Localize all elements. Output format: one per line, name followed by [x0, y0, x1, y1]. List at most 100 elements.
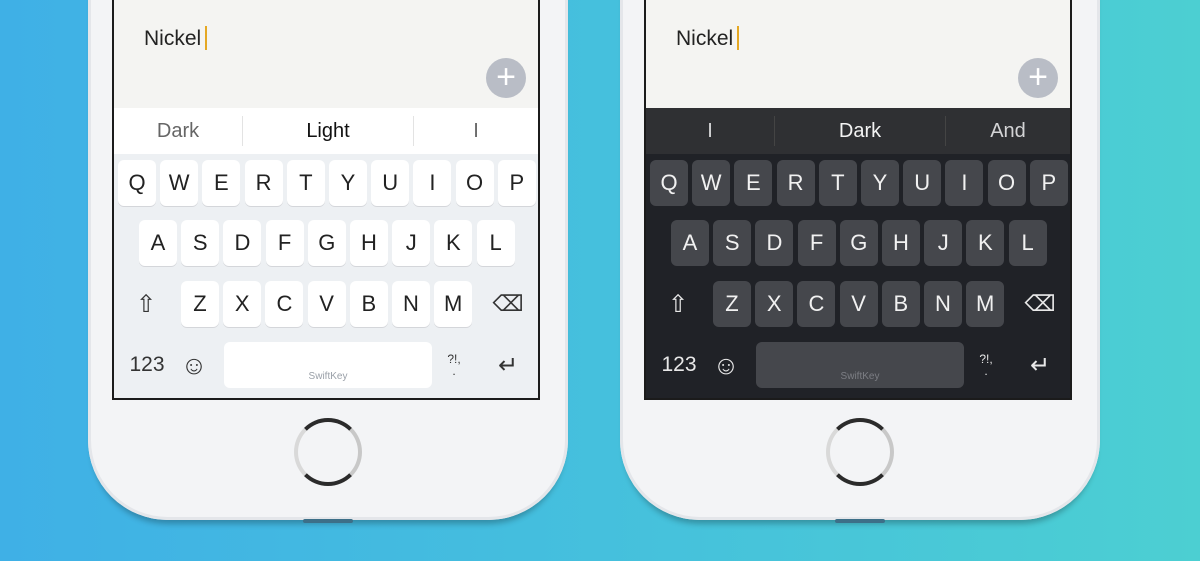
swiftkey-logo: SwiftKey: [308, 371, 348, 382]
key-z[interactable]: Z: [713, 281, 751, 327]
key-l[interactable]: L: [476, 220, 515, 266]
suggestion-right[interactable]: And: [946, 108, 1070, 154]
key-p[interactable]: P: [497, 160, 536, 206]
key-u[interactable]: U: [903, 160, 942, 206]
suggestion-bar: I Dark And: [646, 108, 1070, 154]
numbers-key[interactable]: 123: [122, 342, 172, 388]
suggestion-center[interactable]: Light: [243, 108, 413, 154]
key-s[interactable]: S: [713, 220, 752, 266]
note-text-field[interactable]: Nickel: [144, 26, 208, 51]
punctuation-dot: .: [984, 364, 988, 378]
suggestion-left[interactable]: Dark: [114, 108, 242, 154]
key-row-3: ⇧ ZXCVBNM ⌫: [114, 281, 538, 329]
space-bar[interactable]: SwiftKey: [756, 342, 964, 388]
key-row-2: ASDFGHJKL: [114, 220, 538, 268]
key-a[interactable]: A: [671, 220, 709, 266]
key-u[interactable]: U: [371, 160, 410, 206]
key-x[interactable]: X: [755, 281, 794, 327]
suggestion-left[interactable]: I: [646, 108, 774, 154]
key-q[interactable]: Q: [118, 160, 156, 206]
add-icon[interactable]: +: [486, 58, 526, 98]
key-j[interactable]: J: [392, 220, 431, 266]
screen: Nickel + Dark Light I QWERTYUIOP ASDFGHJ…: [112, 0, 540, 400]
screen: Nickel + I Dark And QWERTYUIOP ASDFGHJKL…: [644, 0, 1072, 400]
key-m[interactable]: M: [966, 281, 1005, 327]
key-n[interactable]: N: [924, 281, 962, 327]
key-h[interactable]: H: [882, 220, 920, 266]
key-t[interactable]: T: [818, 160, 857, 206]
home-button[interactable]: [826, 418, 894, 486]
key-e[interactable]: E: [202, 160, 241, 206]
key-l[interactable]: L: [1008, 220, 1047, 266]
key-w[interactable]: W: [692, 160, 731, 206]
suggestion-right[interactable]: I: [414, 108, 538, 154]
key-i[interactable]: I: [413, 160, 452, 206]
key-h[interactable]: H: [350, 220, 388, 266]
punctuation-dot: .: [452, 364, 456, 378]
key-f[interactable]: F: [797, 220, 836, 266]
key-q[interactable]: Q: [650, 160, 688, 206]
key-o[interactable]: O: [987, 160, 1026, 206]
key-w[interactable]: W: [160, 160, 199, 206]
key-y[interactable]: Y: [861, 160, 899, 206]
emoji-icon[interactable]: ☺: [706, 342, 746, 388]
key-f[interactable]: F: [265, 220, 304, 266]
key-x[interactable]: X: [223, 281, 262, 327]
home-button[interactable]: [294, 418, 362, 486]
backspace-icon[interactable]: ⌫: [1018, 281, 1062, 327]
key-d[interactable]: D: [755, 220, 794, 266]
return-icon[interactable]: ↵: [486, 342, 530, 388]
suggestion-bar: Dark Light I: [114, 108, 538, 154]
key-t[interactable]: T: [286, 160, 325, 206]
key-v[interactable]: V: [307, 281, 346, 327]
key-m[interactable]: M: [434, 281, 473, 327]
key-c[interactable]: C: [797, 281, 836, 327]
add-icon[interactable]: +: [1018, 58, 1058, 98]
emoji-icon[interactable]: ☺: [174, 342, 214, 388]
key-b[interactable]: B: [881, 281, 920, 327]
key-p[interactable]: P: [1029, 160, 1068, 206]
note-text: Nickel: [144, 27, 202, 50]
key-row-4: 123 ☺ SwiftKey ?!, . ↵: [114, 342, 538, 390]
key-n[interactable]: N: [392, 281, 430, 327]
key-i[interactable]: I: [945, 160, 984, 206]
punctuation-key[interactable]: ?!, .: [436, 342, 472, 388]
space-bar[interactable]: SwiftKey: [224, 342, 432, 388]
key-d[interactable]: D: [223, 220, 262, 266]
key-r[interactable]: R: [244, 160, 283, 206]
key-s[interactable]: S: [181, 220, 220, 266]
text-cursor: [737, 26, 740, 50]
backspace-icon[interactable]: ⌫: [486, 281, 530, 327]
numbers-key[interactable]: 123: [654, 342, 704, 388]
key-a[interactable]: A: [139, 220, 177, 266]
key-v[interactable]: V: [839, 281, 878, 327]
text-cursor: [205, 26, 208, 50]
key-z[interactable]: Z: [181, 281, 219, 327]
key-row-1: QWERTYUIOP: [114, 160, 538, 208]
key-e[interactable]: E: [734, 160, 773, 206]
key-j[interactable]: J: [924, 220, 963, 266]
key-row-1: QWERTYUIOP: [646, 160, 1070, 208]
phone-light: Nickel + Dark Light I QWERTYUIOP ASDFGHJ…: [88, 0, 568, 523]
key-o[interactable]: O: [455, 160, 494, 206]
note-area[interactable]: Nickel +: [114, 0, 538, 108]
key-k[interactable]: K: [434, 220, 473, 266]
return-icon[interactable]: ↵: [1018, 342, 1062, 388]
key-y[interactable]: Y: [329, 160, 367, 206]
key-g[interactable]: G: [307, 220, 346, 266]
punctuation-key[interactable]: ?!, .: [968, 342, 1004, 388]
key-k[interactable]: K: [966, 220, 1005, 266]
note-text-field[interactable]: Nickel: [676, 26, 740, 51]
suggestion-center[interactable]: Dark: [775, 108, 945, 154]
key-g[interactable]: G: [839, 220, 878, 266]
keyboard-dark: QWERTYUIOP ASDFGHJKL ⇧ ZXCVBNM ⌫ 123 ☺ S…: [646, 154, 1070, 398]
key-r[interactable]: R: [776, 160, 815, 206]
key-b[interactable]: B: [349, 281, 388, 327]
shift-icon[interactable]: ⇧: [656, 281, 700, 327]
phone-dark: Nickel + I Dark And QWERTYUIOP ASDFGHJKL…: [620, 0, 1100, 523]
note-area[interactable]: Nickel +: [646, 0, 1070, 108]
key-c[interactable]: C: [265, 281, 304, 327]
key-row-2: ASDFGHJKL: [646, 220, 1070, 268]
keyboard-light: QWERTYUIOP ASDFGHJKL ⇧ ZXCVBNM ⌫ 123 ☺ S…: [114, 154, 538, 398]
shift-icon[interactable]: ⇧: [124, 281, 168, 327]
